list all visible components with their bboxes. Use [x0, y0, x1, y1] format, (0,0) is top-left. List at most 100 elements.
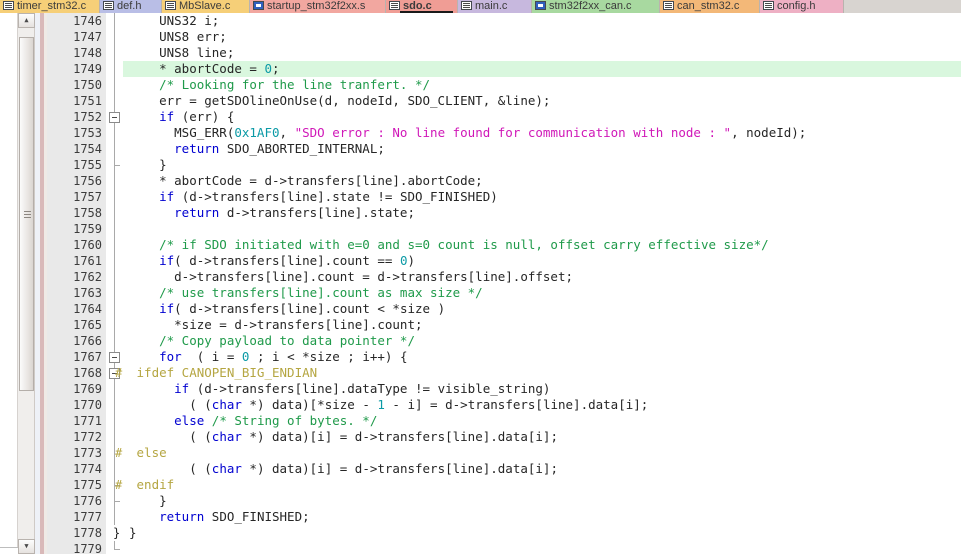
fold-marker-row[interactable] [106, 285, 123, 301]
fold-marker-row[interactable] [106, 269, 123, 285]
scrollbar-thumb[interactable] [19, 37, 34, 391]
fold-marker-row[interactable] [106, 189, 123, 205]
tab-def-h[interactable]: def.h [100, 0, 162, 13]
code-line[interactable]: /* Looking for the line tranfert. */ [123, 77, 961, 93]
fold-marker-row[interactable] [106, 237, 123, 253]
code-line[interactable]: ( (char *) data)[*size - 1 - i] = d->tra… [123, 397, 961, 413]
code-line[interactable]: endif [123, 477, 961, 493]
code-line[interactable]: MSG_ERR(0x1AF0, "SDO error : No line fou… [123, 125, 961, 141]
code-line[interactable]: } [123, 157, 961, 173]
code-line[interactable]: *size = d->transfers[line].count; [123, 317, 961, 333]
fold-marker-row[interactable] [106, 45, 123, 61]
fold-marker-row[interactable] [106, 77, 123, 93]
code-folding-column[interactable]: # # #} [106, 13, 123, 554]
code-line[interactable]: /* Copy payload to data pointer */ [123, 333, 961, 349]
fold-marker-row[interactable] [106, 301, 123, 317]
fold-marker-row[interactable]: # [106, 477, 123, 493]
code-line[interactable]: ( (char *) data)[i] = d->transfers[line]… [123, 429, 961, 445]
fold-collapse-box-icon[interactable] [109, 112, 120, 123]
fold-marker-row[interactable] [106, 141, 123, 157]
tab-config-h[interactable]: config.h [760, 0, 844, 13]
tab-can-stm32-c[interactable]: can_stm32.c [660, 0, 760, 13]
fold-marker-row[interactable]: # [106, 445, 123, 461]
fold-marker-row[interactable] [106, 381, 123, 397]
document-icon [461, 1, 472, 10]
code-line[interactable] [123, 541, 961, 554]
code-line[interactable]: * abortCode = d->transfers[line].abortCo… [123, 173, 961, 189]
code-line[interactable]: for ( i = 0 ; i < *size ; i++) { [123, 349, 961, 365]
code-token-pl: err = getSDOlineOnUse(d, nodeId, SDO_CLI… [129, 93, 551, 108]
tab-label: timer_stm32.c [17, 0, 87, 12]
code-token-pl: ; i < *size ; i++) { [249, 349, 408, 364]
fold-marker-row[interactable] [106, 253, 123, 269]
code-line[interactable]: else [123, 445, 961, 461]
code-line[interactable] [123, 221, 961, 237]
code-line[interactable]: if( d->transfers[line].count < *size ) [123, 301, 961, 317]
fold-marker-row[interactable] [106, 413, 123, 429]
fold-marker-row[interactable] [106, 61, 123, 77]
fold-marker-row[interactable] [106, 461, 123, 477]
code-line[interactable]: else /* String of bytes. */ [123, 413, 961, 429]
document-tab-bar[interactable]: timer_stm32.c def.h MbSlave.c startup_stm32… [0, 0, 961, 13]
fold-marker-row[interactable] [106, 429, 123, 445]
tab-timer-stm32-c[interactable]: timer_stm32.c [0, 0, 100, 13]
code-line[interactable]: /* if SDO initiated with e=0 and s=0 cou… [123, 237, 961, 253]
scroll-down-arrow-icon[interactable]: ▼ [18, 539, 35, 554]
code-line[interactable]: /* use transfers[line].count as max size… [123, 285, 961, 301]
code-line[interactable]: if( d->transfers[line].count == 0) [123, 253, 961, 269]
line-number: 1772 [73, 430, 102, 444]
code-line[interactable]: UNS32 i; [123, 13, 961, 29]
code-line[interactable]: * abortCode = 0; [123, 61, 961, 77]
tab-startup-stm32f2xx-s[interactable]: startup_stm32f2xx.s [250, 0, 386, 13]
fold-end-icon [114, 541, 120, 550]
code-line[interactable]: UNS8 line; [123, 45, 961, 61]
tab-label: MbSlave.c [179, 0, 231, 12]
fold-collapse-box-icon[interactable] [109, 352, 120, 363]
code-line[interactable]: if (d->transfers[line].state != SDO_FINI… [123, 189, 961, 205]
code-line[interactable]: return SDO_ABORTED_INTERNAL; [123, 141, 961, 157]
line-number-gutter[interactable]: 1746 1747 1748 1749 1750 1751 1752 1753 1754 1755… [47, 13, 107, 554]
code-line[interactable]: ( (char *) data)[i] = d->transfers[line]… [123, 461, 961, 477]
code-line[interactable]: if (d->transfers[line].dataType != visib… [123, 381, 961, 397]
fold-marker-row[interactable] [106, 13, 123, 29]
fold-marker-row[interactable] [106, 205, 123, 221]
fold-marker-row[interactable] [106, 93, 123, 109]
fold-marker-row[interactable] [106, 349, 123, 365]
vertical-scrollbar[interactable]: ▲ ▼ [18, 13, 35, 554]
code-token-pl: ( ( [129, 429, 212, 444]
code-line[interactable]: return SDO_FINISHED; [123, 509, 961, 525]
fold-marker-row[interactable] [106, 29, 123, 45]
code-line[interactable]: err = getSDOlineOnUse(d, nodeId, SDO_CLI… [123, 93, 961, 109]
tab-main-c[interactable]: main.c [458, 0, 532, 13]
code-line[interactable]: d->transfers[line].count = d->transfers[… [123, 269, 961, 285]
code-line[interactable]: ifdef CANOPEN_BIG_ENDIAN [123, 365, 961, 381]
tab-sdo-c[interactable]: sdo.c [386, 0, 458, 13]
line-number: 1774 [73, 462, 102, 476]
fold-marker-row[interactable] [106, 221, 123, 237]
fold-marker-row[interactable] [106, 125, 123, 141]
code-line[interactable]: if (err) { [123, 109, 961, 125]
code-line[interactable]: } [123, 525, 961, 541]
code-token-pl: } [129, 493, 167, 508]
fold-marker-row[interactable] [106, 397, 123, 413]
code-editor-pane[interactable]: ▲ ▼ 1746 1747 1748 1749 1750 1751 1752 1753 1754… [0, 13, 961, 554]
fold-branch-tick-icon [114, 501, 120, 502]
fold-marker-row[interactable] [106, 173, 123, 189]
tab-mbslave-c[interactable]: MbSlave.c [162, 0, 250, 13]
fold-marker-row[interactable] [106, 109, 123, 125]
code-token-pl: ; [272, 61, 280, 76]
code-line[interactable]: UNS8 err; [123, 29, 961, 45]
fold-marker-row[interactable]: } [106, 525, 123, 541]
tab-stm32f2xx-can-c[interactable]: stm32f2xx_can.c [532, 0, 660, 13]
fold-marker-row[interactable] [106, 541, 123, 554]
code-line[interactable]: return d->transfers[line].state; [123, 205, 961, 221]
fold-marker-row[interactable] [106, 157, 123, 173]
scroll-up-arrow-icon[interactable]: ▲ [18, 13, 35, 28]
fold-marker-row[interactable] [106, 317, 123, 333]
fold-marker-row[interactable]: # [106, 365, 123, 381]
fold-marker-row[interactable] [106, 509, 123, 525]
fold-marker-row[interactable] [106, 333, 123, 349]
code-text-area[interactable]: UNS32 i; UNS8 err; UNS8 line; * abortCod… [123, 13, 961, 554]
code-line[interactable]: } [123, 493, 961, 509]
fold-marker-row[interactable] [106, 493, 123, 509]
